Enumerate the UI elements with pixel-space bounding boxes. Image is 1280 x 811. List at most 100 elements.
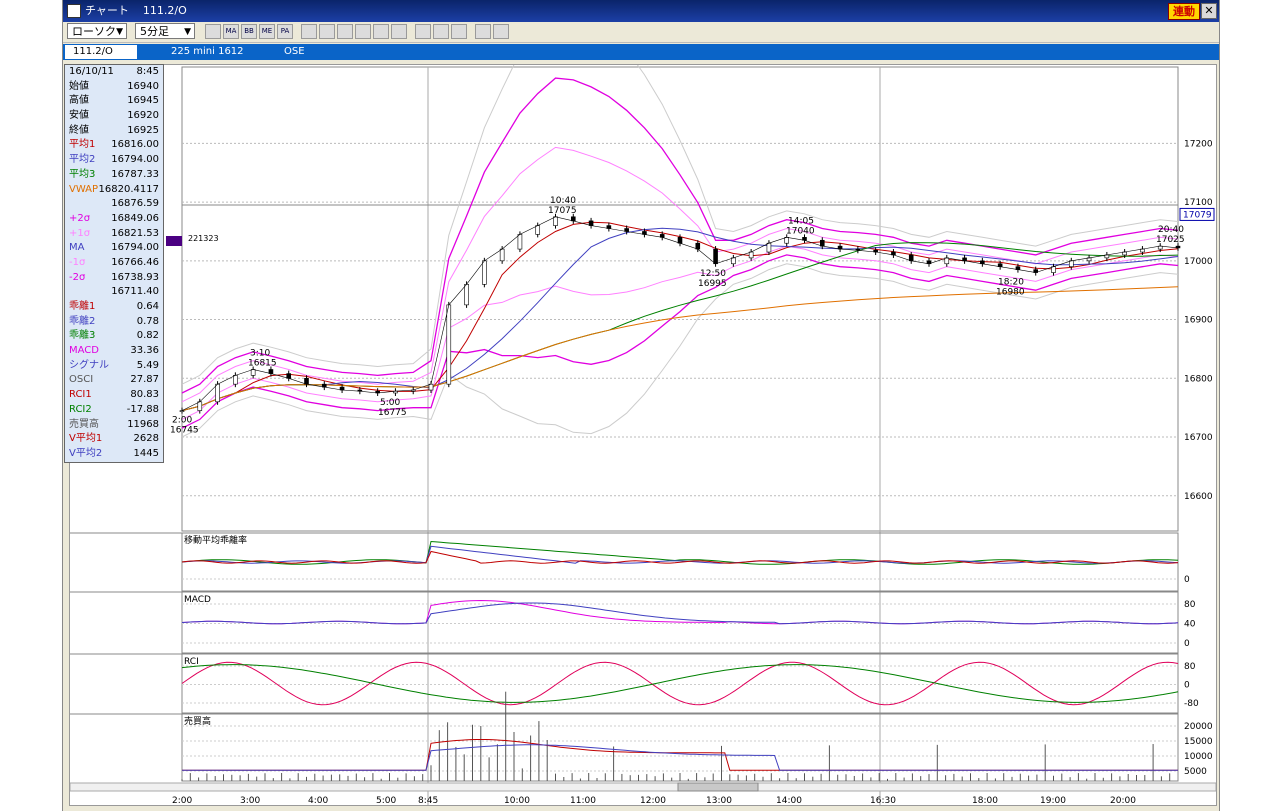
annotation-value: 17040 [786,226,815,236]
data-panel-label: -1σ [69,256,86,268]
chart-area[interactable]: 16600 16700 16800 16900 17000 17100 17200 17079… [69,64,1217,806]
candle-body [748,251,754,259]
coin-icon[interactable] [475,24,491,39]
data-panel-label: 乖離1 [69,301,96,312]
pa-button[interactable]: PA [277,24,293,39]
y-tick-label: 5000 [1184,767,1207,777]
annotation-value: 17075 [548,206,577,216]
link-button[interactable]: 連動 [1168,3,1200,20]
data-panel-value: 16920 [127,110,159,122]
y-tick-label: 40 [1184,620,1196,630]
window-title: チャート [85,4,129,17]
data-panel-value: 0.78 [136,315,159,327]
zoom-icon[interactable] [355,24,371,39]
draw-settings-icon[interactable] [205,24,221,39]
y-tick-label: 16600 [1184,492,1213,502]
y-tick-label: 16700 [1184,433,1213,443]
data-panel-row: +2σ 16849.06 [65,212,163,227]
y-tick-label: -80 [1184,699,1199,709]
x-tick-label: 10:00 [504,796,530,805]
candle-body [179,410,185,412]
data-panel-row: 終値 16925 [65,124,163,139]
data-panel-value: 11968 [127,418,159,430]
eraser-icon[interactable] [451,24,467,39]
y-tick-label: 0 [1184,639,1190,649]
candle-body [819,239,825,247]
x-tick-label: 18:00 [972,796,998,805]
y-tick-label: 0 [1184,575,1190,585]
trend-icon[interactable] [319,24,335,39]
y-tick-label: 0 [1184,681,1190,691]
candle-body [784,237,790,244]
settings-icon[interactable] [391,24,407,39]
chart-type-value: ローソク [72,25,116,38]
data-panel-value: 16738.93 [111,271,159,283]
data-panel-value: 16820.4117 [98,183,159,195]
annotation-time: 12:50 [700,269,726,279]
x-tick-label: 13:00 [706,796,732,805]
volume-average-2 [182,744,1178,771]
bollinger-band-1sd-upper [181,146,1179,403]
data-panel-row: 16711.40 [65,285,163,300]
data-panel-value: 16794.00 [111,242,159,254]
annotation-time: 14:05 [788,216,814,226]
x-tick-label: 4:00 [308,796,328,805]
fibonacci-icon[interactable] [493,24,509,39]
line-chart-icon[interactable] [301,24,317,39]
data-panel-row: 平均2 16794.00 [65,153,163,168]
me-button[interactable]: ME [259,24,275,39]
symbol-field[interactable]: 111.2/O [65,45,137,59]
volume-marker-label: 221323 [188,234,219,243]
candle-body [286,373,292,379]
data-panel-row: 高値 16945 [65,94,163,109]
annotation-time: 3:10 [250,348,270,358]
data-panel-value: 27.87 [130,374,159,386]
chevron-down-icon: ▼ [184,27,191,37]
bollinger-band-3sd-upper [181,65,1179,385]
signal-line [181,602,1179,625]
candle-body [517,234,523,250]
bb-button[interactable]: BB [241,24,257,39]
cursor-icon[interactable] [433,24,449,39]
candle-body [1051,266,1056,273]
period-value: 5分足 [140,25,169,38]
price-chart[interactable]: 16600 16700 16800 16900 17000 17100 17200 17079… [70,65,1216,805]
close-icon[interactable]: ✕ [1201,3,1217,19]
chevron-down-icon: ▼ [116,27,123,37]
x-tick-label: 8:45 [418,796,438,805]
data-panel-row: OSCI 27.87 [65,373,163,388]
data-panel-value: 0.82 [136,330,159,342]
grid-icon[interactable] [373,24,389,39]
ma-button[interactable]: MA [223,24,239,39]
y-tick-label: 16800 [1184,374,1213,384]
y-tick-label: 17100 [1184,198,1213,208]
rci-line-1 [181,661,1179,706]
scatter-icon[interactable] [337,24,353,39]
annotation-time: 10:40 [550,196,576,206]
data-panel-row: 売買高 11968 [65,418,163,433]
candle-body [908,254,914,262]
candle-body [250,369,256,376]
candle-body [588,220,594,226]
candle-body [553,216,558,226]
data-panel-row: +1σ 16821.53 [65,227,163,242]
annotation-value: 16815 [248,358,277,368]
period-select[interactable]: 5分足 ▼ [135,23,195,39]
data-panel-label: 16/10/11 [69,66,114,77]
data-panel-value: 16925 [127,124,159,136]
chart-type-select[interactable]: ローソク ▼ [67,23,127,39]
data-panel-value: 16945 [127,95,159,107]
pencil-icon[interactable] [415,24,431,39]
y-tick-label: 17000 [1184,257,1213,267]
title-bar: チャート 111.2/O 連動 ✕ [63,0,1219,22]
data-panel-value: -17.88 [126,403,159,415]
data-panel-row: 16876.59 [65,197,163,212]
rci-line-2 [181,664,1179,703]
chart-app-icon [67,4,81,18]
annotation-value: 17025 [1156,235,1185,245]
data-panel-value: 16766.46 [111,256,159,268]
info-bar: 111.2/O 225 mini 1612 OSE [63,44,1219,60]
data-panel-row: 乖離2 0.78 [65,315,163,330]
toolbar: ローソク ▼ 5分足 ▼ MA BB ME PA [63,22,1219,43]
data-panel-label: MA [69,242,85,254]
